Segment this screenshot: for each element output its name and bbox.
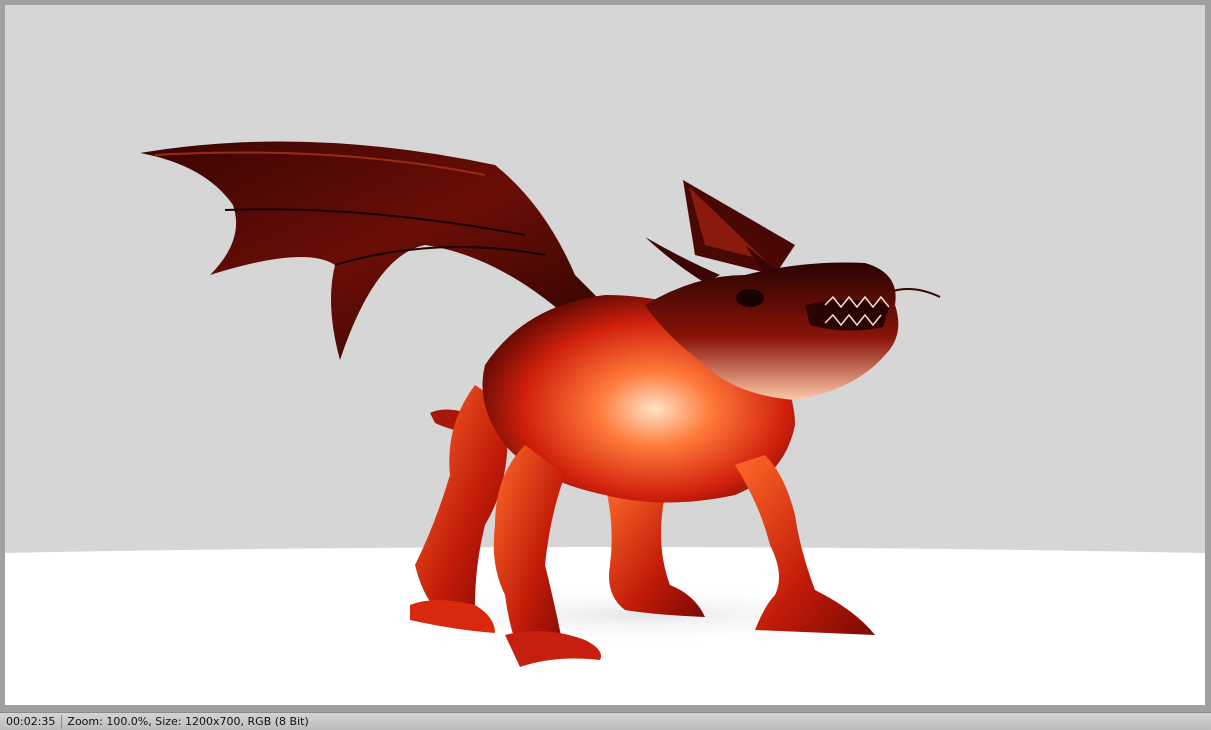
render-viewer-window: 00:02:35 Zoom: 100.0%, Size: 1200x700, R… xyxy=(0,0,1211,730)
image-info: Zoom: 100.0%, Size: 1200x700, RGB (8 Bit… xyxy=(67,714,309,728)
dragon-render-image xyxy=(5,5,1205,705)
render-viewport[interactable] xyxy=(5,5,1205,705)
render-time: 00:02:35 xyxy=(0,714,63,729)
status-bar: 00:02:35 Zoom: 100.0%, Size: 1200x700, R… xyxy=(0,712,1211,730)
